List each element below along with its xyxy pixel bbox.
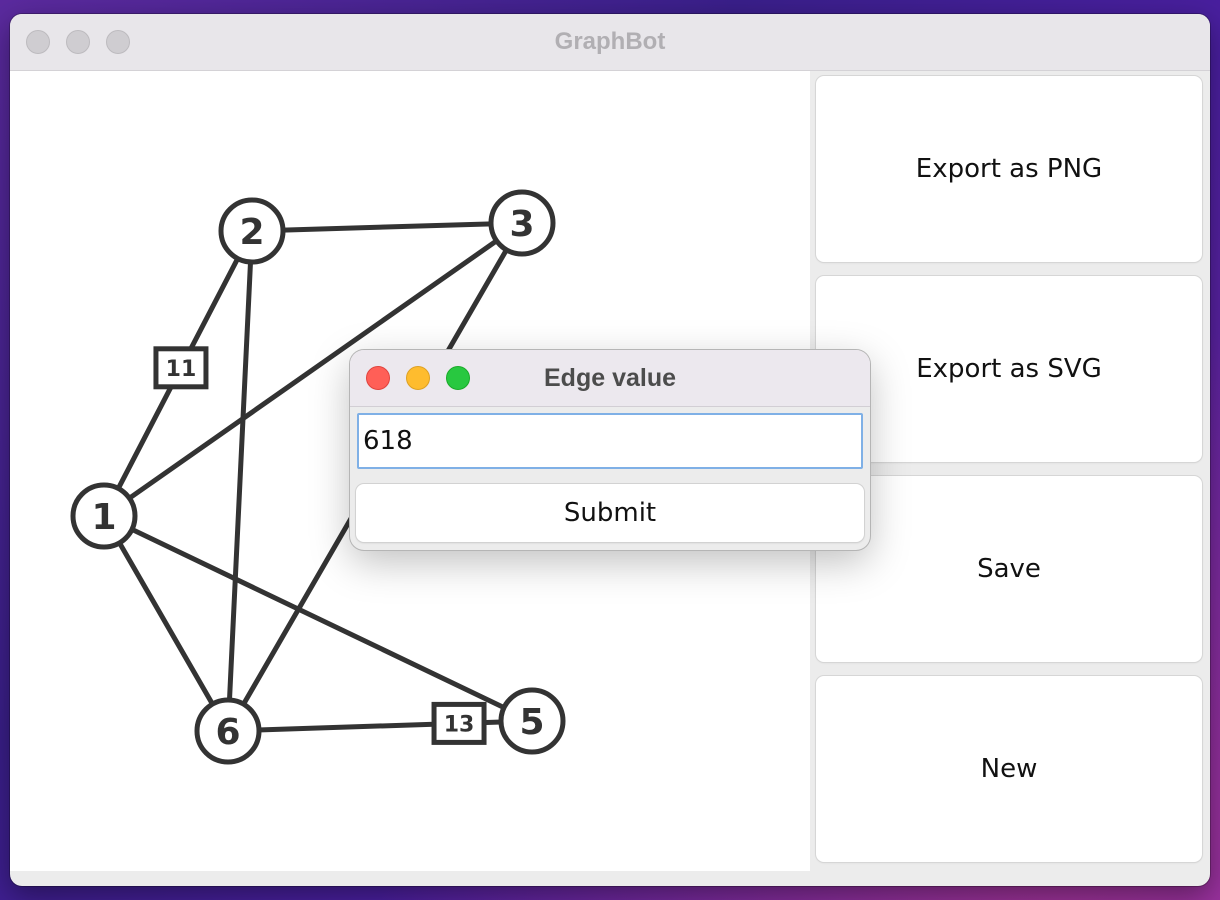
node-6[interactable]: 6 (194, 697, 262, 765)
node-5[interactable]: 5 (498, 687, 566, 755)
submit-button[interactable]: Submit (356, 484, 864, 542)
node-1[interactable]: 1 (70, 482, 138, 550)
edge-value-input[interactable] (357, 413, 863, 469)
save-button[interactable]: Save (816, 476, 1202, 662)
svg-text:11: 11 (166, 357, 197, 382)
export-svg-button[interactable]: Export as SVG (816, 276, 1202, 462)
edge-2-3[interactable] (249, 220, 525, 234)
svg-text:6: 6 (215, 712, 240, 753)
node-3[interactable]: 3 (488, 189, 556, 257)
svg-text:5: 5 (519, 702, 544, 743)
svg-text:2: 2 (239, 212, 264, 253)
svg-text:3: 3 (509, 204, 534, 245)
edge-label-1-2[interactable]: 11 (153, 346, 209, 390)
edge-2-6[interactable] (225, 228, 255, 734)
new-button[interactable]: New (816, 676, 1202, 862)
svg-text:1: 1 (91, 497, 116, 538)
svg-text:13: 13 (444, 712, 475, 737)
export-png-button[interactable]: Export as PNG (816, 76, 1202, 262)
dialog-title-bar[interactable]: Edge value (350, 350, 870, 407)
dialog-title: Edge value (544, 364, 676, 392)
edge-value-dialog: Edge value Submit (350, 350, 870, 550)
edge-label-6-5[interactable]: 13 (431, 701, 487, 745)
node-2[interactable]: 2 (218, 197, 286, 265)
window-title: GraphBot (554, 28, 666, 55)
title-bar[interactable]: GraphBot (10, 14, 1210, 71)
